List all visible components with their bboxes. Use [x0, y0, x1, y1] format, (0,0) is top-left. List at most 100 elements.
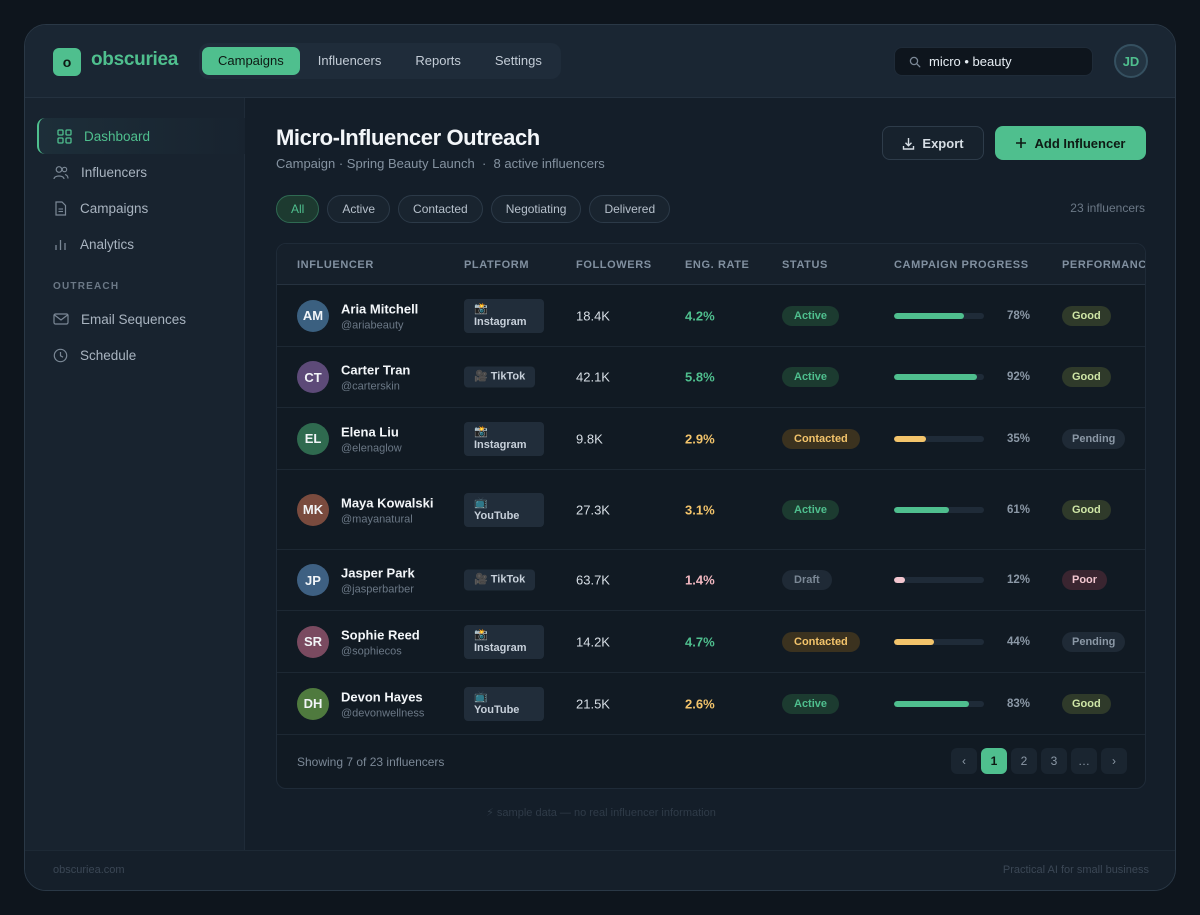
- add-influencer-label: Add Influencer: [1034, 135, 1126, 151]
- logo-mark: o: [53, 48, 81, 76]
- filter-contacted[interactable]: Contacted: [398, 195, 483, 223]
- status-badge: Active: [782, 367, 840, 387]
- prev-page-button[interactable]: ‹: [951, 748, 977, 774]
- table-row[interactable]: AM Aria Mitchell @ariabeauty 📸 Instagram 18.…: [277, 285, 1145, 347]
- filter-active[interactable]: Active: [327, 195, 391, 223]
- brand-name[interactable]: obscuriea: [91, 49, 178, 71]
- page-ellipsis: …: [1071, 748, 1097, 774]
- influencer-identity[interactable]: Elena Liu @elenaglow: [341, 423, 441, 454]
- sidebar-item-campaigns[interactable]: Campaigns: [37, 190, 245, 226]
- export-button[interactable]: Export: [882, 126, 984, 160]
- progress-bar: [894, 374, 984, 380]
- search-icon: [909, 56, 921, 67]
- influencer-name[interactable]: Jasper Park: [341, 565, 441, 583]
- column-header[interactable]: PLATFORM: [464, 259, 529, 271]
- filter-delivered[interactable]: Delivered: [589, 195, 671, 223]
- influencer-name[interactable]: Carter Tran: [341, 362, 441, 380]
- progress-percent: 61%: [1007, 503, 1031, 516]
- document-icon: [55, 200, 67, 216]
- sidebar-item-label: Schedule: [80, 347, 137, 363]
- page-2-button[interactable]: 2: [1011, 748, 1037, 774]
- column-header[interactable]: CAMPAIGN PROGRESS: [894, 259, 1029, 271]
- engagement-rate: 3.1%: [685, 502, 715, 517]
- sidebar-item-dashboard[interactable]: Dashboard: [37, 118, 245, 154]
- column-header[interactable]: PERFORMANCE: [1062, 259, 1145, 271]
- progress-percent: 12%: [1007, 574, 1031, 586]
- influencer-identity[interactable]: Aria Mitchell @ariabeauty: [341, 300, 441, 331]
- influencer-name[interactable]: Maya Kowalski: [341, 494, 441, 512]
- influencer-name[interactable]: Sophie Reed: [341, 626, 441, 644]
- page-subtitle: Campaign · Spring Beauty Launch · 8 acti…: [276, 156, 605, 171]
- progress-percent: 35%: [1007, 432, 1031, 445]
- next-page-button[interactable]: ›: [1101, 748, 1127, 774]
- progress-bar-fill: [894, 700, 969, 707]
- influencer-name[interactable]: Aria Mitchell: [341, 300, 441, 318]
- performance-badge: Pending: [1062, 631, 1126, 652]
- column-header[interactable]: ENG. RATE: [685, 259, 749, 271]
- platform-badge: 📺 YouTube: [464, 686, 544, 721]
- bar-chart-icon: [55, 239, 66, 250]
- progress-bar-fill: [894, 577, 905, 583]
- sidebar-item-influencers[interactable]: Influencers: [37, 154, 245, 190]
- table-row[interactable]: JP Jasper Park @jasperbarber 🎥 TikTok 63.7K 1…: [277, 550, 1145, 611]
- sidebar-item-label: Analytics: [80, 236, 135, 252]
- table-row[interactable]: MK Maya Kowalski @mayanatural 📺 YouTube 27.3…: [277, 470, 1145, 550]
- sample-data-note: ⚡ sample data — no real influencer infor…: [486, 807, 716, 819]
- status-badge: Draft: [782, 570, 832, 590]
- column-header[interactable]: INFLUENCER: [297, 259, 374, 271]
- sidebar: Dashboard Influencers Campaigns Analytic…: [25, 98, 245, 850]
- pagination: ‹ 1 2 3 … ›: [947, 748, 1127, 774]
- status-badge: Contacted: [782, 631, 860, 652]
- table-row[interactable]: SR Sophie Reed @sophiecos 📸 Instagram 14.2K 4…: [277, 611, 1145, 673]
- status-badge: Active: [782, 499, 840, 520]
- influencer-handle: @carterskin: [341, 380, 400, 393]
- progress-bar: [894, 577, 984, 583]
- table-row[interactable]: CT Carter Tran @carterskin 🎥 TikTok 42.1K 5.8…: [277, 347, 1145, 408]
- influencer-identity[interactable]: Maya Kowalski @mayanatural: [341, 494, 441, 525]
- followers-count: 14.2K: [576, 634, 610, 649]
- column-header[interactable]: FOLLOWERS: [576, 259, 652, 271]
- table-footer: Showing 7 of 23 influencers ‹ 1 2 3 … ›: [277, 735, 1145, 788]
- column-header[interactable]: STATUS: [782, 259, 828, 271]
- table-row[interactable]: EL Elena Liu @elenaglow 📸 Instagram 9.8K 2.9%…: [277, 408, 1145, 470]
- nav-settings[interactable]: Settings: [479, 47, 558, 75]
- engagement-rate: 4.7%: [685, 634, 715, 649]
- sidebar-item-label: Email Sequences: [81, 311, 187, 327]
- footer-domain[interactable]: obscuriea.com: [53, 864, 125, 876]
- sidebar-item-schedule[interactable]: Schedule: [37, 337, 245, 373]
- performance-badge: Good: [1062, 305, 1111, 326]
- search-input[interactable]: micro • beauty: [894, 47, 1093, 76]
- followers-count: 18.4K: [576, 308, 610, 323]
- progress-percent: 83%: [1007, 697, 1031, 710]
- influencer-handle: @jasperbarber: [341, 583, 414, 596]
- progress-percent: 92%: [1007, 371, 1031, 383]
- users-icon: [53, 165, 69, 179]
- sidebar-item-analytics[interactable]: Analytics: [37, 226, 245, 262]
- sidebar-item-label: Campaigns: [80, 200, 149, 216]
- influencer-identity[interactable]: Jasper Park @jasperbarber: [341, 565, 441, 596]
- progress-bar: [894, 435, 984, 442]
- influencer-identity[interactable]: Devon Hayes @devonwellness: [341, 688, 441, 719]
- footer: obscuriea.com Practical AI for small bus…: [25, 850, 1175, 890]
- table-header: INFLUENCER PLATFORM FOLLOWERS ENG. RATE …: [277, 244, 1145, 285]
- sidebar-item-email-sequences[interactable]: Email Sequences: [37, 301, 245, 337]
- filter-all[interactable]: All: [276, 195, 320, 223]
- nav-reports[interactable]: Reports: [399, 47, 477, 75]
- nav-influencers[interactable]: Influencers: [302, 47, 398, 75]
- mail-icon: [53, 313, 69, 325]
- influencer-identity[interactable]: Carter Tran @carterskin: [341, 362, 441, 393]
- status-badge: Contacted: [782, 428, 860, 449]
- page-1-button[interactable]: 1: [981, 748, 1007, 774]
- add-influencer-button[interactable]: Add Influencer: [995, 126, 1146, 160]
- download-icon: [903, 137, 915, 150]
- filter-negotiating[interactable]: Negotiating: [490, 195, 582, 223]
- page-3-button[interactable]: 3: [1041, 748, 1067, 774]
- influencer-name[interactable]: Elena Liu: [341, 423, 441, 441]
- table-row[interactable]: DH Devon Hayes @devonwellness 📺 YouTube 21.5…: [277, 673, 1145, 735]
- influencer-identity[interactable]: Sophie Reed @sophiecos: [341, 626, 441, 657]
- nav-campaigns[interactable]: Campaigns: [202, 47, 300, 75]
- influencer-name[interactable]: Devon Hayes: [341, 688, 441, 706]
- engagement-rate: 4.2%: [685, 308, 715, 323]
- progress-percent: 78%: [1007, 309, 1031, 322]
- user-avatar[interactable]: JD: [1114, 44, 1148, 78]
